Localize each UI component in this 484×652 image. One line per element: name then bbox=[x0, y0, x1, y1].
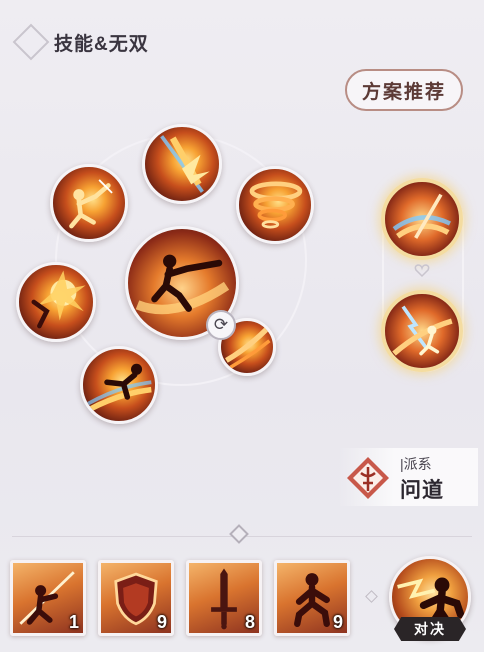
sect-emblem-icon bbox=[347, 457, 389, 499]
flame-slash-icon bbox=[160, 135, 210, 193]
card-2[interactable]: 9 bbox=[98, 560, 174, 636]
card-count: 9 bbox=[332, 612, 343, 632]
divider-diamond-icon bbox=[229, 524, 249, 544]
heart-icon bbox=[414, 264, 430, 278]
sword-wind-icon bbox=[392, 193, 451, 239]
lightning-leap-icon bbox=[392, 305, 453, 356]
leaping-strike-icon bbox=[69, 179, 113, 229]
card-3[interactable]: 8 bbox=[186, 560, 262, 636]
skill-slot-lower-left[interactable] bbox=[80, 346, 158, 424]
card-count: 9 bbox=[156, 612, 167, 632]
card-4[interactable]: 9 bbox=[274, 560, 350, 636]
plan-recommend-button[interactable]: 方案推荐 bbox=[345, 69, 463, 111]
burst-strike-icon bbox=[31, 270, 86, 329]
skill-slot-upper-right[interactable] bbox=[236, 166, 314, 244]
sect-label: |派系 bbox=[400, 456, 432, 472]
skill-slot-top[interactable] bbox=[142, 124, 222, 204]
card-count: 1 bbox=[68, 612, 79, 632]
card-count: 8 bbox=[244, 612, 255, 632]
sect-name: 问道 bbox=[400, 479, 444, 502]
page-title: 技能&无双 bbox=[54, 33, 149, 55]
duel-label: 对决 bbox=[394, 617, 466, 641]
side-skill-2[interactable] bbox=[381, 290, 463, 372]
back-icon[interactable] bbox=[12, 23, 50, 61]
separator-diamond-icon bbox=[365, 590, 378, 603]
skill-slot-upper-left[interactable] bbox=[50, 164, 128, 242]
header: 技能&无双 bbox=[12, 23, 149, 61]
tornado-icon bbox=[249, 181, 303, 229]
card-1[interactable]: 1 bbox=[10, 560, 86, 636]
skill-slot-left[interactable] bbox=[16, 262, 96, 342]
flying-kick-icon bbox=[85, 363, 152, 413]
side-skill-1[interactable] bbox=[381, 178, 463, 260]
swap-icon[interactable]: ⟳ bbox=[206, 310, 236, 340]
